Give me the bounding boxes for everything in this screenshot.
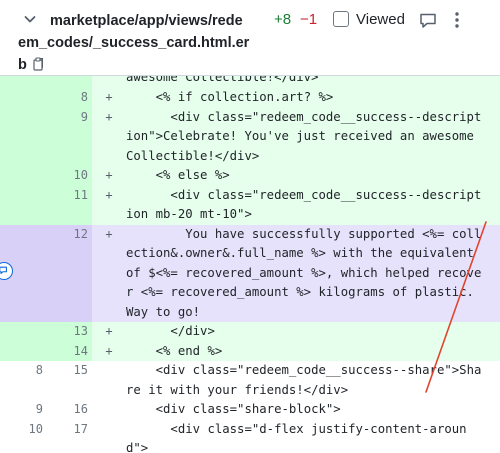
new-line-number[interactable]: 14 (48, 341, 92, 361)
kebab-icon[interactable] (452, 10, 462, 30)
old-line-number[interactable]: 9 (0, 400, 48, 420)
new-line-number[interactable]: 12 (48, 224, 92, 322)
new-line-number[interactable]: 10 (48, 166, 92, 186)
diff-table: awesome Collectible!</div> 8 + <% if col… (0, 76, 500, 453)
diff-marker (92, 420, 126, 453)
diff-marker: + (92, 341, 126, 361)
diff-line[interactable]: 13 + </div> (0, 322, 500, 342)
old-line-number[interactable] (0, 185, 48, 225)
new-line-number[interactable]: 17 (48, 420, 92, 453)
diff-line[interactable]: 9 16 <div class="share-block"> (0, 400, 500, 420)
diff-line[interactable]: 11 + <div class="redeem_code__success--d… (0, 185, 500, 225)
new-line-number[interactable]: 16 (48, 400, 92, 420)
old-line-number[interactable] (0, 322, 48, 342)
diff-line[interactable]: 10 + <% else %> (0, 166, 500, 186)
diff-line[interactable]: 14 + <% end %> (0, 341, 500, 361)
code-line: <div class="redeem_code__success--share"… (126, 363, 482, 397)
diff-marker: + (92, 166, 126, 186)
code-line: <div class="share-block"> (126, 402, 341, 416)
old-line-number[interactable] (0, 88, 48, 108)
diff-marker: + (92, 185, 126, 225)
diff-marker: + (92, 88, 126, 108)
old-line-number[interactable]: 8 (0, 361, 48, 400)
viewed-label[interactable]: Viewed (356, 10, 405, 30)
diff-marker (92, 400, 126, 420)
diff-marker (92, 361, 126, 400)
code-line: <div class="redeem_code__success--descri… (126, 107, 500, 166)
old-line-number[interactable] (0, 76, 48, 88)
code-line: </div> (126, 322, 500, 342)
code-line: You have successfully supported <%= coll… (126, 224, 500, 322)
diff-marker: + (92, 107, 126, 166)
viewed-checkbox[interactable] (333, 11, 349, 27)
additions-count: +8 (274, 11, 292, 28)
old-line-number[interactable] (0, 166, 48, 186)
code-line: <% end %> (126, 341, 500, 361)
old-line-number[interactable] (0, 107, 48, 166)
new-line-number[interactable]: 9 (48, 107, 92, 166)
new-line-number[interactable]: 11 (48, 185, 92, 225)
old-line-number[interactable] (0, 341, 48, 361)
diff-line[interactable]: 8 + <% if collection.art? %> (0, 88, 500, 108)
code-line: awesome Collectible!</div> (126, 76, 500, 88)
code-line: <% if collection.art? %> (126, 88, 500, 108)
file-header: marketplace/app/views/redeem_codes/_succ… (0, 0, 500, 76)
diff-line[interactable]: 10 17 <div class="d-flex justify-content… (0, 419, 500, 453)
file-path[interactable]: marketplace/app/views/redeem_codes/_succ… (18, 10, 250, 76)
copy-icon[interactable] (33, 57, 45, 71)
new-line-number[interactable]: 13 (48, 322, 92, 342)
diff-line[interactable]: awesome Collectible!</div> (0, 76, 500, 88)
diff-line[interactable]: 9 + <div class="redeem_code__success--de… (0, 107, 500, 166)
file-path-text[interactable]: marketplace/app/views/redeem_codes/_succ… (18, 13, 249, 73)
diff-marker (92, 76, 126, 88)
diff-line-selected[interactable]: 12 + You have successfully supported <%=… (0, 224, 500, 322)
new-line-number[interactable] (48, 76, 92, 88)
new-line-number[interactable]: 15 (48, 361, 92, 400)
diff-marker: + (92, 224, 126, 322)
code-line: <% else %> (126, 166, 500, 186)
deletions-count: −1 (300, 11, 318, 28)
code-line: <div class="d-flex justify-content-aroun… (126, 421, 467, 453)
comment-icon[interactable] (418, 10, 438, 30)
code-line: <div class="redeem_code__success--descri… (126, 185, 500, 225)
diff-line[interactable]: 8 15 <div class="redeem_code__success--s… (0, 361, 500, 400)
old-line-number[interactable]: 10 (0, 420, 48, 453)
new-line-number[interactable]: 8 (48, 88, 92, 108)
diff-marker: + (92, 322, 126, 342)
